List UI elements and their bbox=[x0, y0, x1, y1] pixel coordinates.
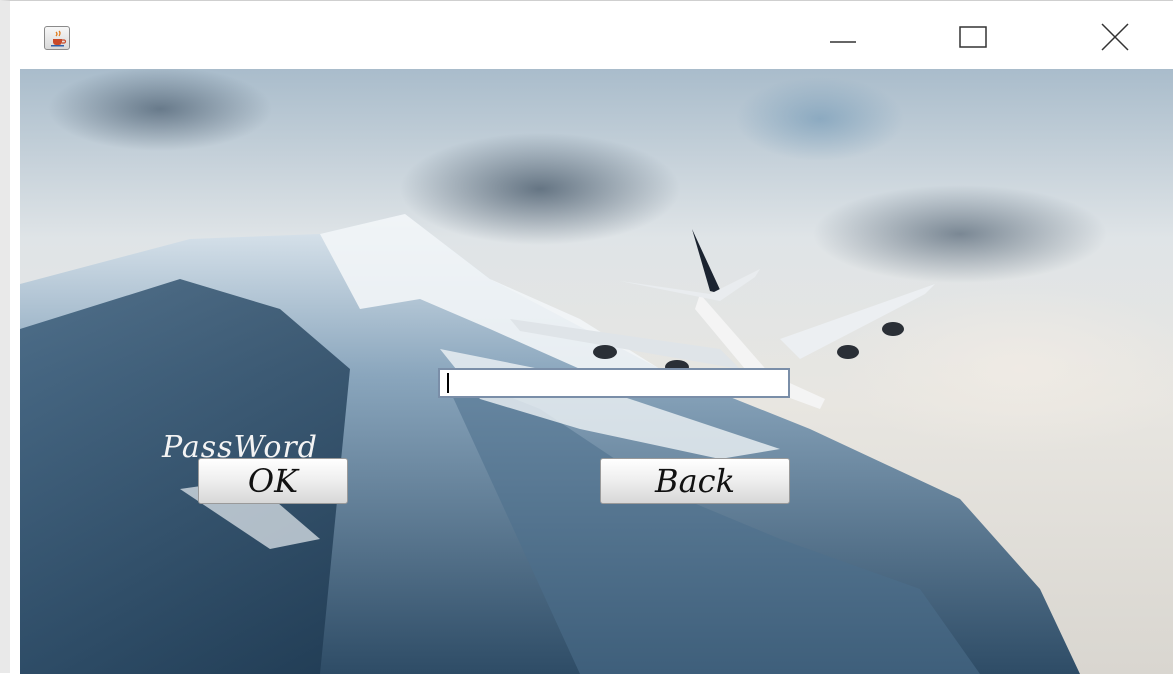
close-icon bbox=[1101, 23, 1129, 51]
maximize-icon bbox=[959, 26, 987, 48]
java-cup-icon[interactable] bbox=[44, 26, 70, 50]
back-button[interactable]: Back bbox=[600, 458, 790, 504]
maximize-button[interactable] bbox=[938, 15, 1008, 59]
minimize-icon bbox=[830, 41, 856, 43]
app-window: PassWord OK Back bbox=[0, 0, 1173, 674]
password-input[interactable] bbox=[438, 368, 790, 398]
text-caret bbox=[447, 373, 449, 393]
minimize-button[interactable] bbox=[808, 15, 878, 59]
close-button[interactable] bbox=[1080, 15, 1150, 59]
ok-button[interactable]: OK bbox=[198, 458, 348, 504]
title-bar[interactable] bbox=[20, 1, 1173, 69]
